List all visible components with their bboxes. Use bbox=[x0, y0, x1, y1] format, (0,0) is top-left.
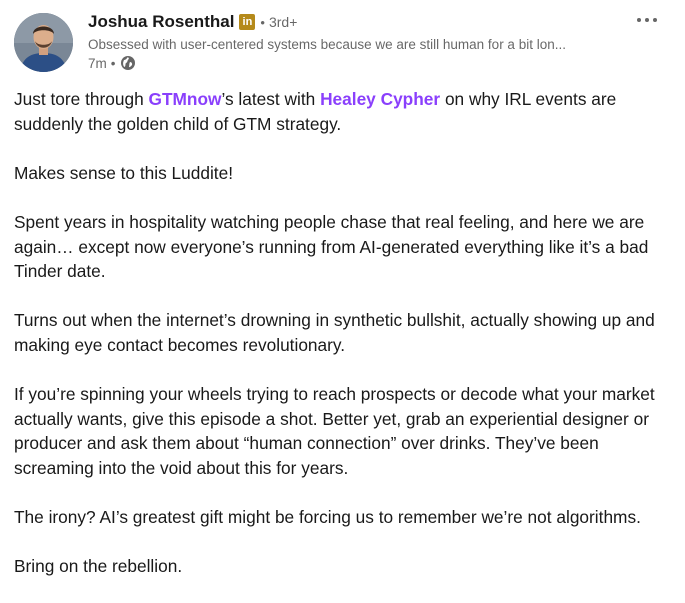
connection-degree: 3rd+ bbox=[268, 14, 298, 30]
more-options-button[interactable] bbox=[633, 6, 661, 34]
paragraph-text: Just tore through bbox=[14, 89, 149, 109]
globe-icon bbox=[120, 55, 136, 71]
separator-dot: • bbox=[110, 55, 116, 71]
mention-healey-cypher[interactable]: Healey Cypher bbox=[320, 89, 440, 109]
post-timestamp: 7m bbox=[88, 55, 107, 71]
post-body: Just tore through GTMnow’s latest with H… bbox=[14, 87, 674, 603]
linkedin-premium-icon: in bbox=[239, 14, 256, 30]
paragraph-text: ’s latest with bbox=[221, 89, 321, 109]
avatar-photo bbox=[14, 13, 73, 72]
mention-gtmnow[interactable]: GTMnow bbox=[149, 89, 222, 109]
more-dot bbox=[645, 18, 649, 22]
post-paragraph: The irony? AI’s greatest gift might be f… bbox=[14, 507, 641, 528]
post-paragraph: If you’re spinning your wheels trying to… bbox=[14, 384, 655, 478]
author-name[interactable]: Joshua Rosenthal bbox=[88, 12, 234, 32]
more-dot bbox=[637, 18, 641, 22]
feed-post: Joshua Rosenthal in • 3rd+ Obsessed with… bbox=[0, 0, 685, 590]
post-meta: 7m • bbox=[88, 55, 136, 71]
separator-dot: • bbox=[260, 14, 265, 30]
post-paragraph: Bring on the rebellion. bbox=[14, 556, 183, 577]
author-name-row: Joshua Rosenthal in • 3rd+ bbox=[88, 12, 297, 32]
post-paragraph: Makes sense to this Luddite! bbox=[14, 162, 234, 183]
author-avatar[interactable] bbox=[14, 13, 73, 72]
post-paragraph: Just tore through GTMnow’s latest with H… bbox=[14, 87, 674, 136]
more-dot bbox=[653, 18, 657, 22]
author-headline: Obsessed with user-centered systems beca… bbox=[88, 37, 566, 52]
post-paragraph: Spent years in hospitality watching peop… bbox=[14, 211, 649, 282]
post-paragraph: Turns out when the internet’s drowning i… bbox=[14, 310, 655, 355]
